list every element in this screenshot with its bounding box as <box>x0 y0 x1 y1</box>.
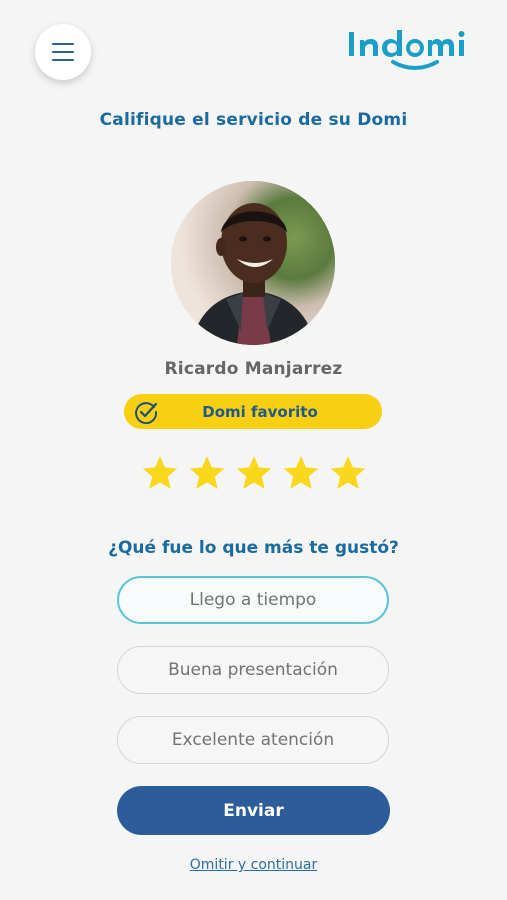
star-icon-3[interactable] <box>234 453 274 493</box>
feedback-question: ¿Qué fue lo que más te gustó? <box>108 538 399 558</box>
driver-avatar <box>171 181 335 345</box>
favorite-badge: Domi favorito <box>124 394 382 429</box>
submit-button[interactable]: Enviar <box>117 786 390 835</box>
star-rating <box>140 453 368 495</box>
star-icon-5[interactable] <box>328 453 368 493</box>
page-title: Califique el servicio de su Domi <box>99 110 408 130</box>
option-buena-presentacion[interactable]: Buena presentación <box>117 646 389 694</box>
indomi-logo <box>347 24 471 72</box>
star-icon-2[interactable] <box>187 453 227 493</box>
favorite-badge-label: Domi favorito <box>202 402 318 421</box>
driver-name: Ricardo Manjarrez <box>164 359 343 379</box>
menu-button[interactable] <box>35 24 91 80</box>
hamburger-menu-icon <box>52 43 74 61</box>
star-icon-4[interactable] <box>281 453 321 493</box>
check-circle-icon <box>135 401 158 424</box>
option-excelente-atencion[interactable]: Excelente atención <box>117 716 389 764</box>
skip-link[interactable]: Omitir y continuar <box>0 857 507 873</box>
option-llego-a-tiempo[interactable]: Llego a tiempo <box>117 576 389 624</box>
star-icon-1[interactable] <box>140 453 180 493</box>
